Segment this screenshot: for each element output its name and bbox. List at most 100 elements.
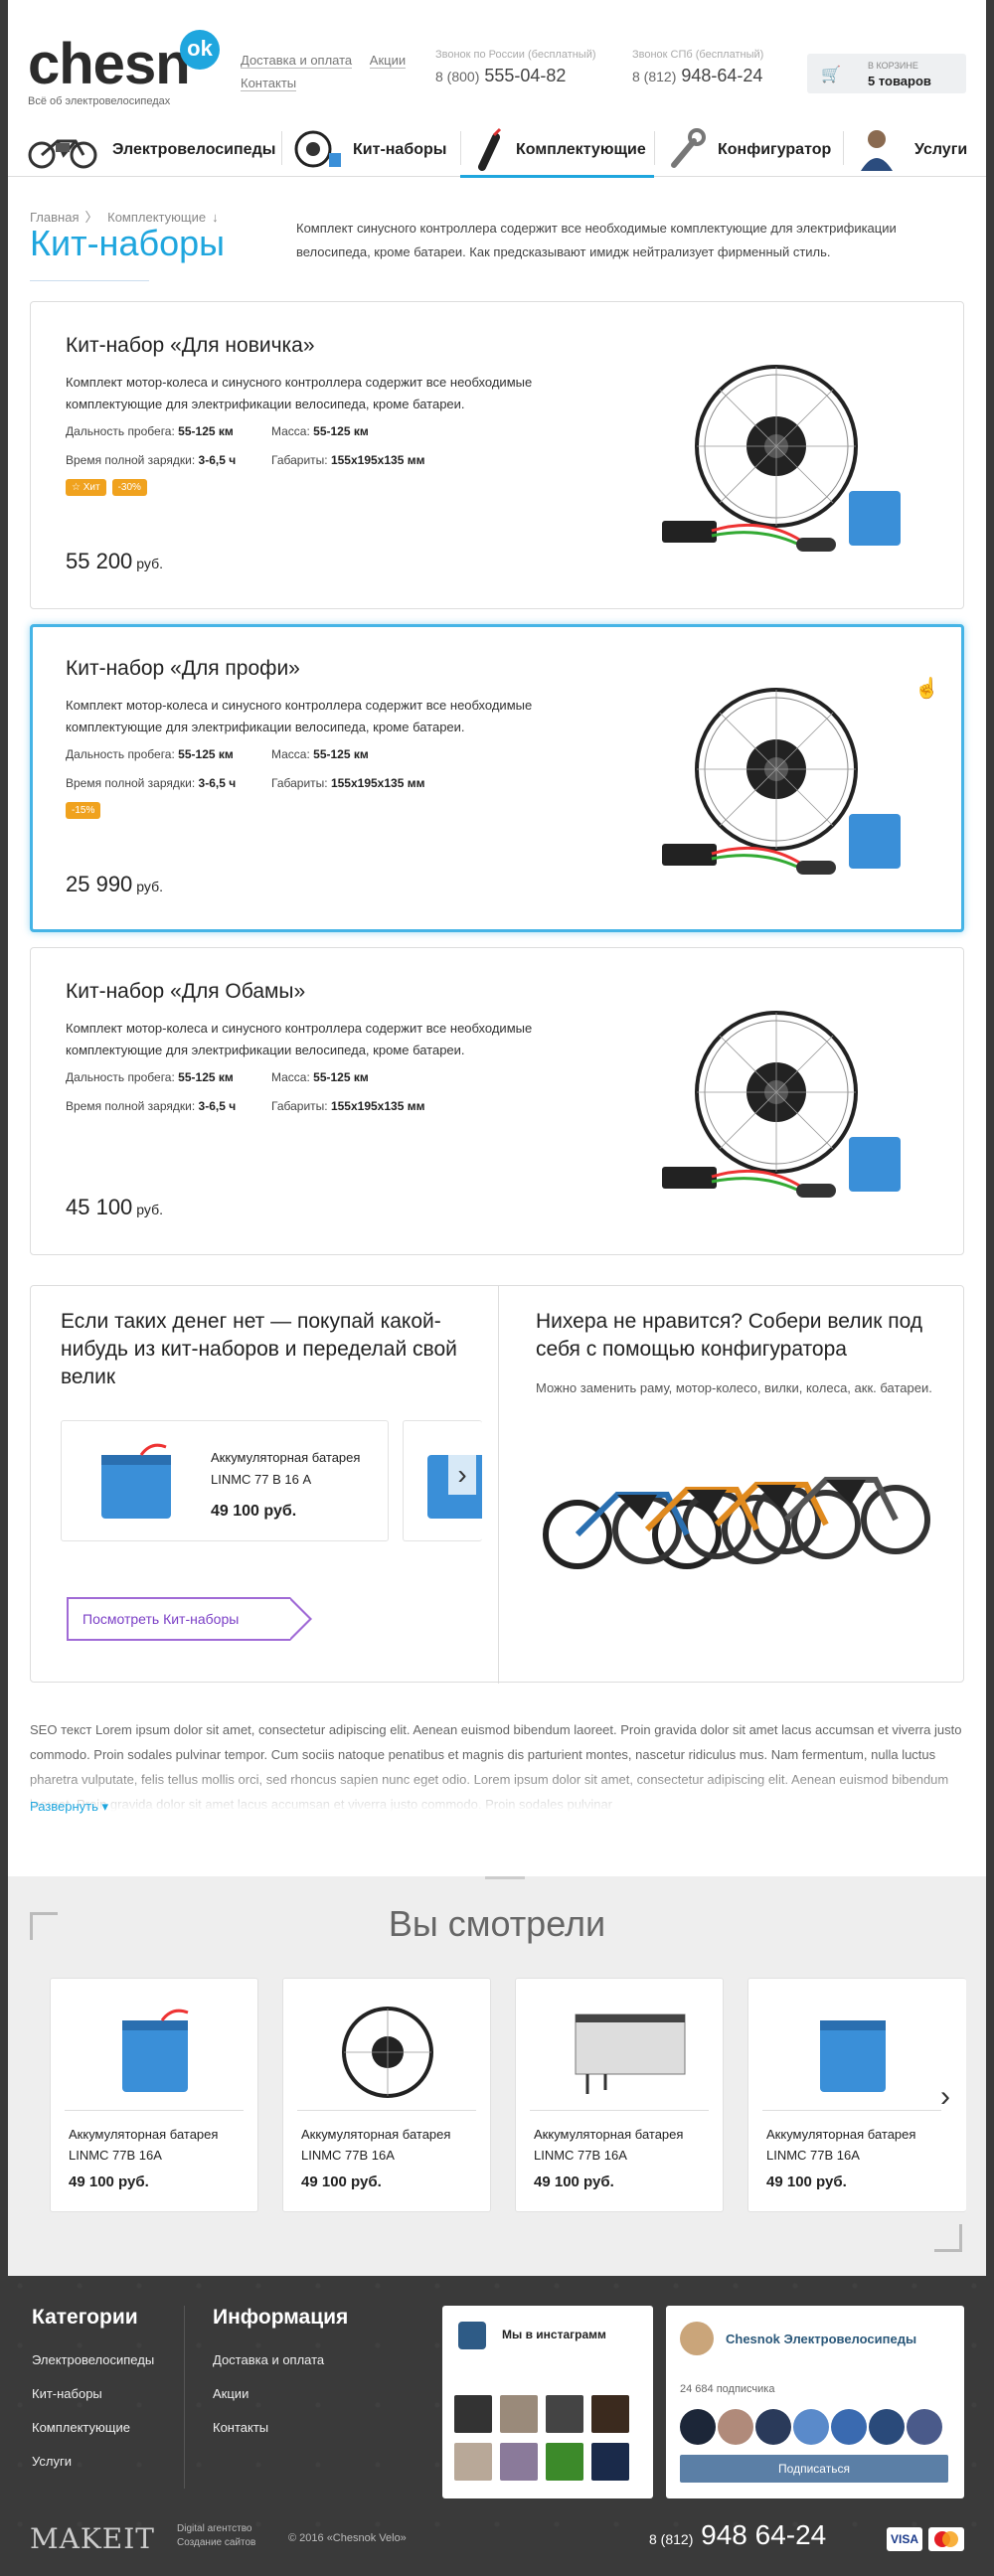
corner-decoration bbox=[934, 2224, 962, 2252]
product-desc: Комплект мотор-колеса и синусного контро… bbox=[66, 698, 533, 734]
phone-spb: Звонок СПб (бесплатный) 8 (812) 948-64-2… bbox=[632, 49, 764, 86]
wrench-icon bbox=[671, 128, 706, 168]
instagram-photo[interactable] bbox=[454, 2395, 492, 2433]
makeit-logo[interactable]: MAKEIT bbox=[30, 2522, 155, 2555]
title-underline bbox=[30, 280, 149, 281]
footer-link[interactable]: Услуги bbox=[32, 2445, 154, 2479]
handle-icon bbox=[478, 127, 502, 171]
instagram-photo[interactable] bbox=[454, 2443, 492, 2481]
spec-mass: Масса: 55-125 км bbox=[271, 1070, 369, 1084]
cart-icon: 🛒 bbox=[821, 67, 841, 83]
product-card[interactable]: Кит-набор «Для новичка» Комплект мотор-к… bbox=[30, 301, 964, 609]
vk-group-name[interactable]: Chesnok Электровелосипеды bbox=[726, 2332, 916, 2346]
avatar[interactable] bbox=[755, 2409, 791, 2445]
viewed-card[interactable]: Аккумуляторная батарея LINMC 77В 16А 49 … bbox=[50, 1978, 258, 2212]
carousel-next-button[interactable]: › bbox=[448, 1455, 476, 1495]
footer-categories: Категории Электровелосипеды Кит-наборы К… bbox=[32, 2306, 154, 2479]
avatar[interactable] bbox=[793, 2409, 829, 2445]
product-card[interactable]: Кит-набор «Для профи» Комплект мотор-кол… bbox=[30, 624, 964, 932]
instagram-photo[interactable] bbox=[591, 2443, 629, 2481]
recently-viewed: Вы смотрели Аккумуляторная батарея LINMC… bbox=[8, 1876, 986, 2276]
contacts-link[interactable]: Контакты bbox=[241, 76, 297, 91]
agency-text: Digital агентство Создание сайтов bbox=[177, 2523, 256, 2548]
chevron-right-icon[interactable]: › bbox=[940, 2080, 950, 2114]
nav-label: Конфигуратор bbox=[718, 141, 832, 158]
product-title[interactable]: Кит-набор «Для новичка» bbox=[66, 334, 315, 358]
avatar bbox=[680, 2322, 714, 2355]
avatar[interactable] bbox=[831, 2409, 867, 2445]
footer-link[interactable]: Комплектующие bbox=[32, 2411, 154, 2445]
phone-russia-number[interactable]: 8 (800) 555-04-82 bbox=[435, 66, 596, 86]
view-kits-button[interactable]: Посмотреть Кит-наборы bbox=[67, 1597, 312, 1641]
promo-block: Если таких денег нет — покупай какой-ниб… bbox=[30, 1285, 964, 1684]
wheel-icon bbox=[294, 130, 341, 168]
expand-link[interactable]: Развернуть ▾ bbox=[30, 1799, 108, 1815]
product-desc: Комплект мотор-колеса и синусного контро… bbox=[66, 1021, 533, 1057]
cart-button[interactable]: 🛒 В корзине 5 товаров bbox=[807, 54, 966, 93]
promo-product-name[interactable]: Аккумуляторная батарея LINMC 77 В 16 А bbox=[211, 1447, 380, 1491]
vk-widget[interactable]: Chesnok Электровелосипеды 24 684 подписч… bbox=[666, 2306, 964, 2498]
product-title[interactable]: Кит-набор «Для профи» bbox=[66, 657, 300, 681]
subscribe-button[interactable]: Подписаться bbox=[680, 2455, 948, 2483]
product-price: 25 990 руб. bbox=[66, 872, 163, 896]
controller-image bbox=[575, 2013, 686, 2094]
nav-item-kits[interactable]: Кит-наборы bbox=[281, 117, 460, 177]
seo-fade bbox=[30, 1767, 964, 1812]
avatar[interactable] bbox=[869, 2409, 905, 2445]
cart-label: В корзине bbox=[868, 61, 918, 71]
viewed-price: 49 100 руб. bbox=[69, 2174, 149, 2190]
viewed-name[interactable]: Аккумуляторная батарея LINMC 77В 16А bbox=[69, 2124, 252, 2166]
spec-mass: Масса: 55-125 км bbox=[271, 747, 369, 761]
viewed-card[interactable]: Аккумуляторная батарея LINMC 77В 16А 49 … bbox=[747, 1978, 966, 2212]
product-card[interactable]: Кит-набор «Для Обамы» Комплект мотор-кол… bbox=[30, 947, 964, 1255]
footer-phone[interactable]: 8 (812) 948 64-24 bbox=[649, 2519, 826, 2551]
instagram-photo[interactable] bbox=[591, 2395, 629, 2433]
nav-item-services[interactable]: Услуги bbox=[843, 117, 986, 177]
title-marker bbox=[485, 1876, 525, 1879]
ebike-icon bbox=[28, 139, 97, 169]
instagram-photo[interactable] bbox=[546, 2395, 583, 2433]
promo-product-price: 49 100 руб. bbox=[211, 1503, 297, 1520]
nav-item-ebikes[interactable]: Электровелосипеды bbox=[28, 117, 281, 177]
instagram-widget[interactable]: Мы в инстаграмм bbox=[442, 2306, 653, 2498]
logo[interactable]: chesn bbox=[28, 36, 191, 93]
viewed-name[interactable]: Аккумуляторная батарея LINMC 77В 16А bbox=[534, 2124, 718, 2166]
hand-cursor-icon: ☝ bbox=[914, 678, 939, 700]
promo-product-card[interactable]: Аккумуляторная батарея LINMC 77 В 16 А 4… bbox=[61, 1420, 389, 1541]
footer-link[interactable]: Электровелосипеды bbox=[32, 2343, 154, 2377]
nav-item-components[interactable]: Комплектующие bbox=[460, 117, 654, 178]
footer-info-title: Информация bbox=[213, 2306, 349, 2329]
spec-size: Габариты: 155х195х135 мм bbox=[271, 453, 425, 467]
viewed-name[interactable]: Аккумуляторная батарея LINMC 77В 16А bbox=[766, 2124, 950, 2166]
avatar[interactable] bbox=[907, 2409, 942, 2445]
viewed-card[interactable]: Аккумуляторная батарея LINMC 77В 16А 49 … bbox=[515, 1978, 724, 2212]
visa-icon: VISA bbox=[887, 2527, 922, 2551]
instagram-photo[interactable] bbox=[500, 2443, 538, 2481]
battery-image bbox=[820, 2020, 886, 2092]
phone-spb-number[interactable]: 8 (812) 948-64-24 bbox=[632, 66, 763, 86]
mastercard-logo bbox=[934, 2531, 958, 2547]
product-price: 45 100 руб. bbox=[66, 1195, 163, 1219]
footer-link[interactable]: Контакты bbox=[213, 2411, 348, 2445]
discount-badge: -30% bbox=[111, 479, 147, 496]
footer-link[interactable]: Акции bbox=[213, 2377, 348, 2411]
avatar[interactable] bbox=[680, 2409, 716, 2445]
delivery-link[interactable]: Доставка и оплата bbox=[241, 53, 353, 69]
instagram-photo[interactable] bbox=[500, 2395, 538, 2433]
cart-count: 5 товаров bbox=[868, 74, 931, 88]
nav-item-configurator[interactable]: Конфигуратор bbox=[654, 117, 843, 177]
spec-size: Габариты: 155х195х135 мм bbox=[271, 776, 425, 790]
footer-link[interactable]: Доставка и оплата bbox=[213, 2343, 348, 2377]
person-icon bbox=[861, 130, 893, 171]
viewed-name[interactable]: Аккумуляторная батарея LINMC 77В 16А bbox=[301, 2124, 485, 2166]
product-title[interactable]: Кит-набор «Для Обамы» bbox=[66, 980, 305, 1004]
bikes-image[interactable] bbox=[538, 1435, 935, 1574]
hit-badge: ☆ Хит bbox=[66, 479, 106, 496]
viewed-card[interactable]: Аккумуляторная батарея LINMC 77В 16А 49 … bbox=[282, 1978, 491, 2212]
footer-link[interactable]: Кит-наборы bbox=[32, 2377, 154, 2411]
copyright: © 2016 «Chesnok Velo» bbox=[288, 2532, 407, 2544]
spec-range: Дальность пробега: 55-125 км bbox=[66, 747, 234, 761]
promo-link[interactable]: Акции bbox=[369, 53, 407, 69]
avatar[interactable] bbox=[718, 2409, 753, 2445]
instagram-photo[interactable] bbox=[546, 2443, 583, 2481]
